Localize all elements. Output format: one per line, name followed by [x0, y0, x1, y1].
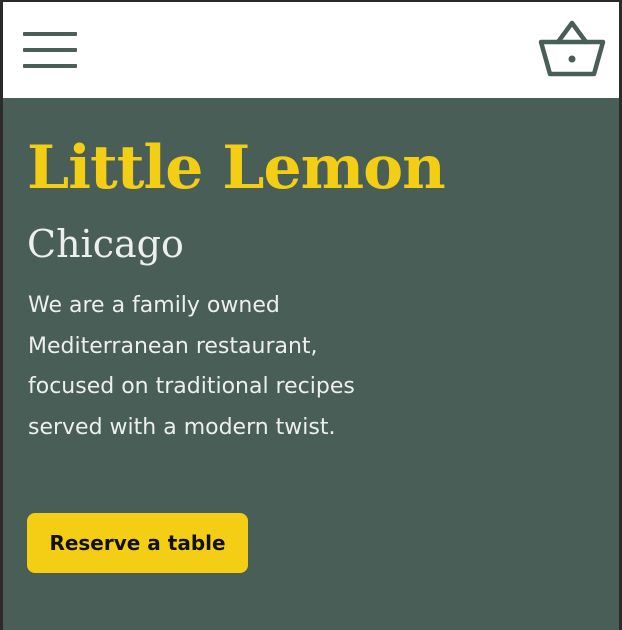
basket-icon-svg — [538, 20, 606, 77]
hamburger-line — [23, 32, 77, 36]
hero-subtitle: Chicago — [27, 222, 184, 266]
reserve-table-button[interactable]: Reserve a table — [27, 513, 248, 573]
basket-icon[interactable] — [536, 18, 608, 80]
hero-description: We are a family owned Mediterranean rest… — [28, 293, 355, 440]
top-nav — [3, 2, 619, 98]
hamburger-menu-icon[interactable] — [23, 30, 79, 72]
hero-title: Little Lemon — [27, 133, 446, 203]
hamburger-line — [23, 48, 77, 52]
hero-section: Little Lemon Chicago We are a family own… — [3, 98, 619, 630]
app-frame: Little Lemon Chicago We are a family own… — [0, 0, 622, 630]
hamburger-line — [23, 64, 77, 68]
